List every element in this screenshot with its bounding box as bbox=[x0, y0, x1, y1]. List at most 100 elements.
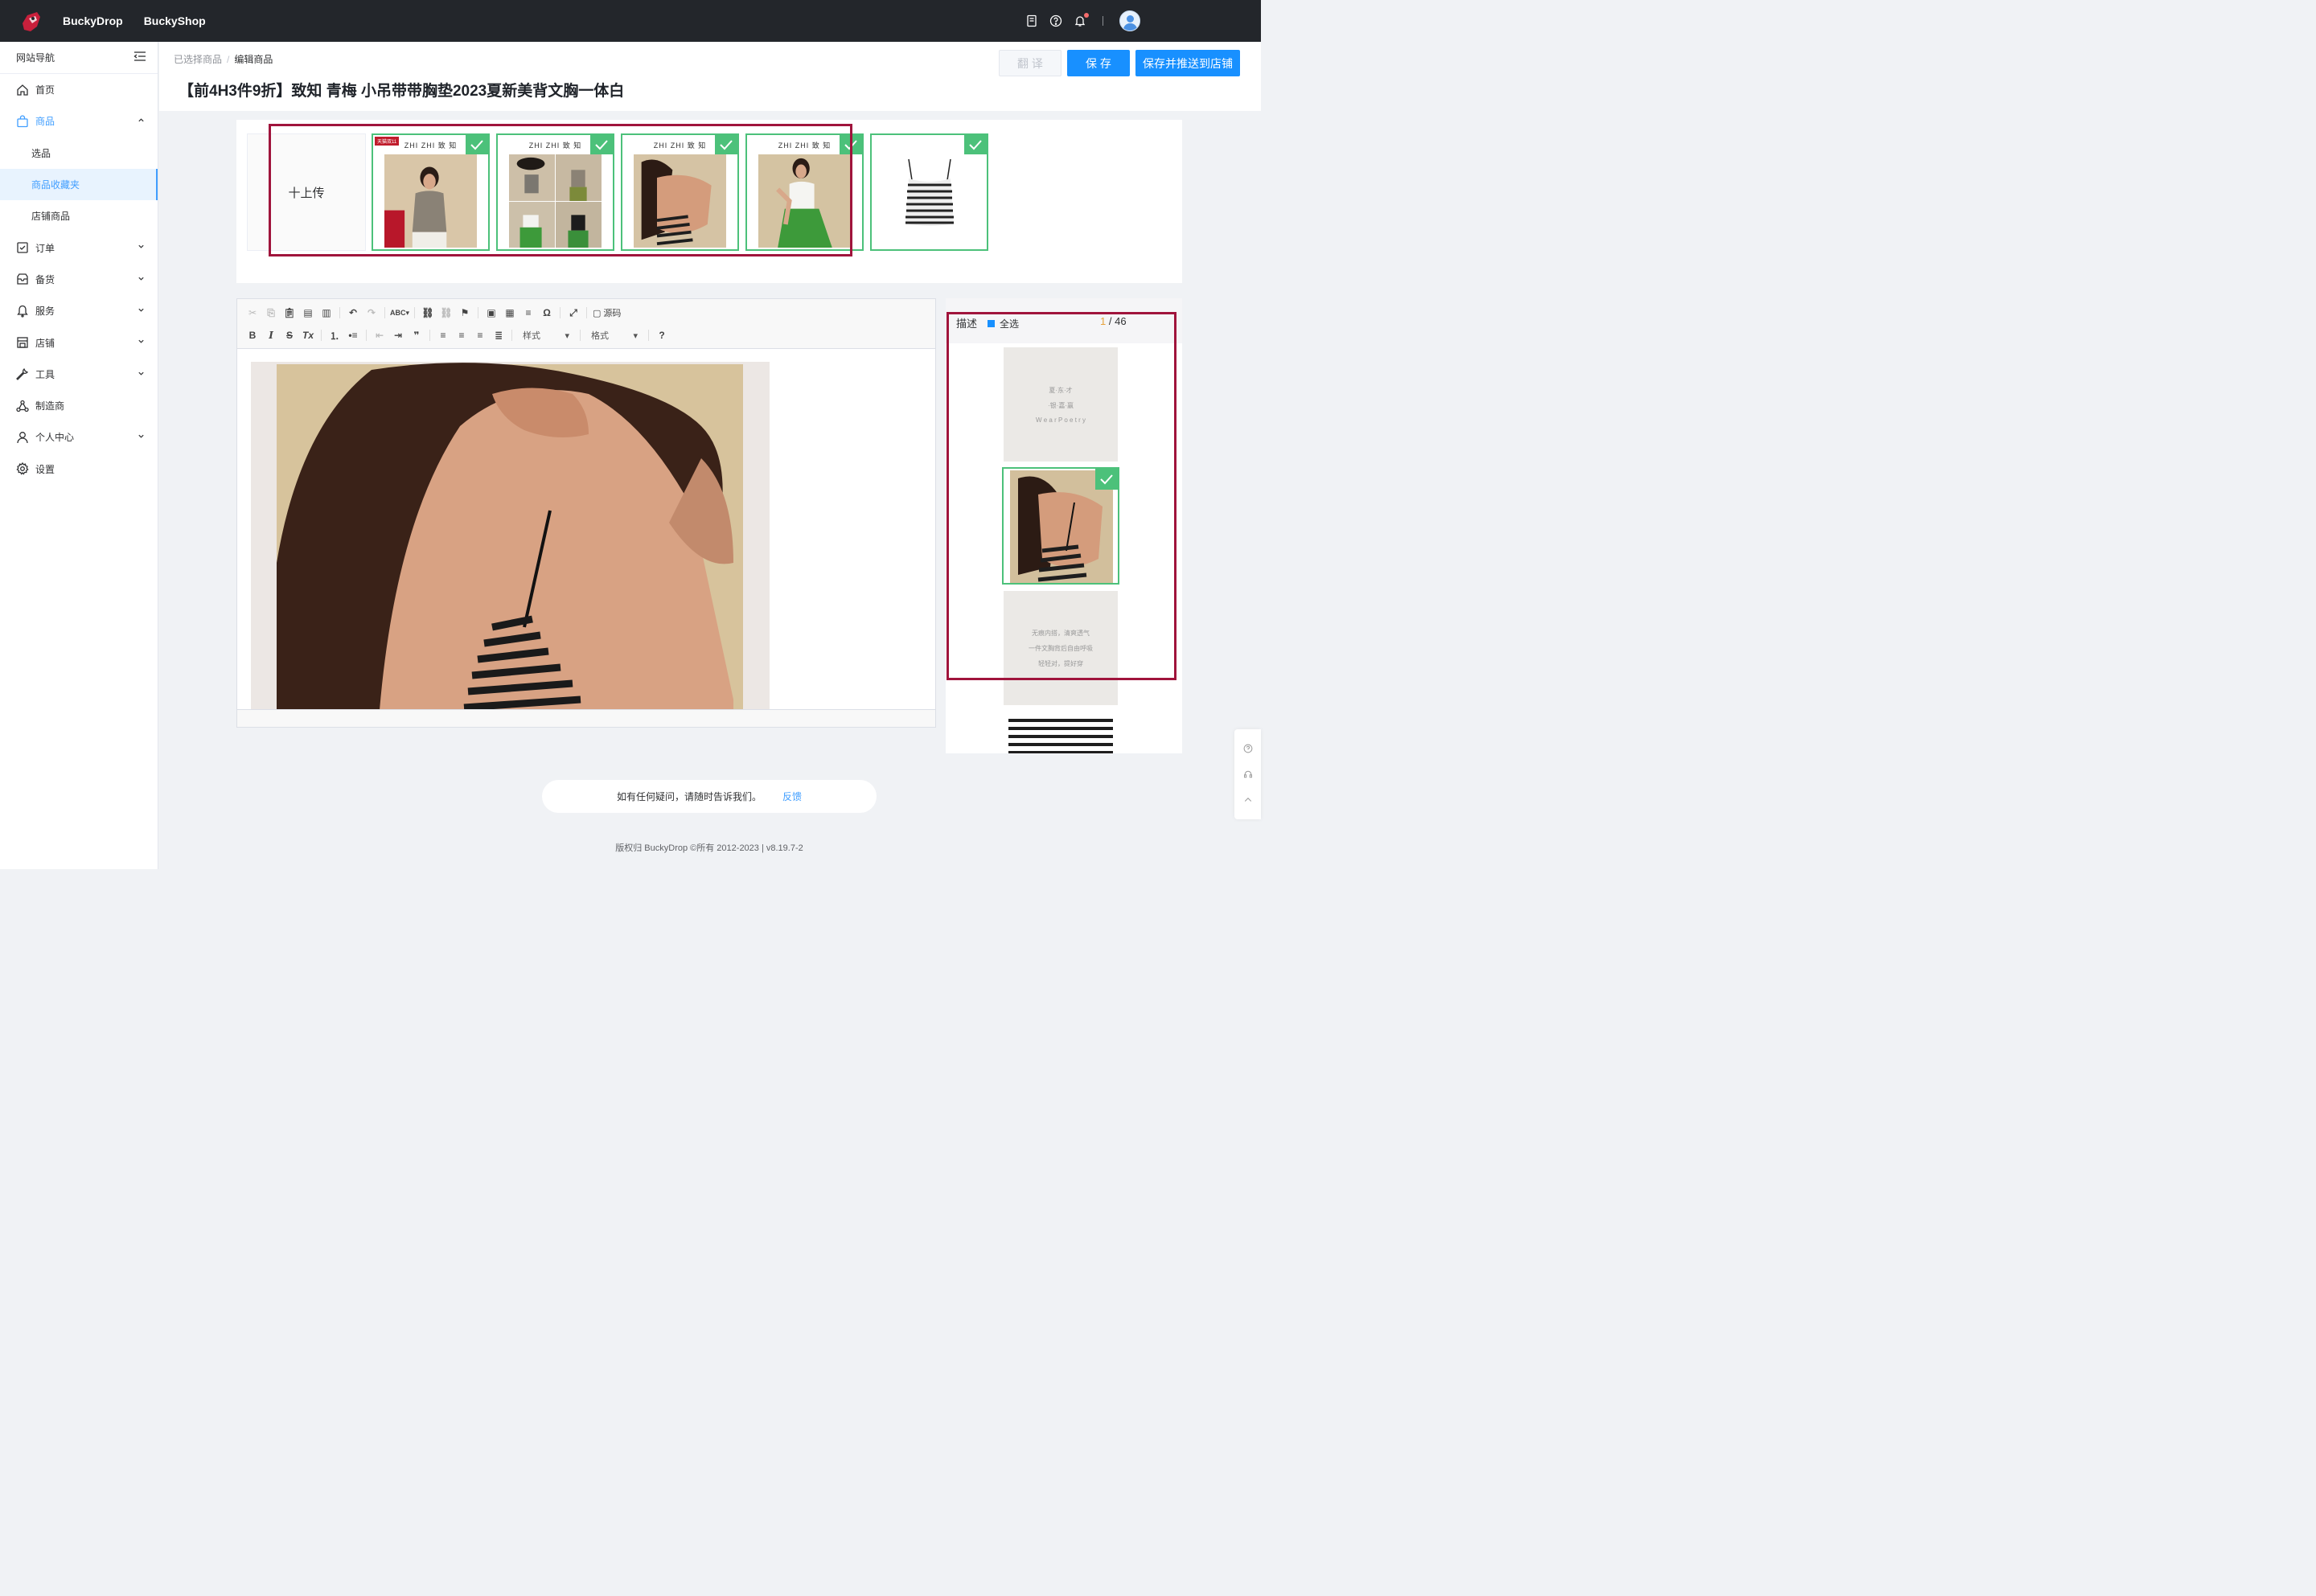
indent-icon[interactable]: ⇥ bbox=[391, 328, 405, 343]
highlight-box bbox=[947, 312, 1176, 680]
sidebar-item-label: 商品 bbox=[35, 116, 55, 128]
document-icon[interactable] bbox=[1025, 14, 1038, 27]
help-icon[interactable]: ? bbox=[655, 328, 669, 343]
spellcheck-icon[interactable]: ABC▾ bbox=[390, 306, 409, 320]
user-icon bbox=[16, 431, 29, 444]
link-icon[interactable]: ⛓ bbox=[421, 306, 435, 320]
back-to-top-icon[interactable] bbox=[1242, 794, 1254, 806]
editor-content-image[interactable] bbox=[251, 362, 770, 710]
selected-check-icon bbox=[964, 135, 987, 154]
footer-copyright: 版权归 BuckyDrop ©所有 2012-2023 | v8.19.7-2 bbox=[615, 843, 803, 853]
manufacturer-icon bbox=[16, 400, 29, 412]
image-icon[interactable]: ▣ bbox=[484, 306, 499, 320]
redo-icon[interactable]: ↷ bbox=[364, 306, 379, 320]
tool-icon bbox=[16, 367, 29, 381]
sidebar-item-label: 商品收藏夹 bbox=[31, 179, 80, 191]
justify-icon[interactable]: ≣ bbox=[491, 328, 506, 343]
sidebar-item-home[interactable]: 首页 bbox=[0, 74, 158, 105]
chevron-down-icon bbox=[138, 435, 144, 438]
italic-icon[interactable]: I bbox=[264, 328, 278, 343]
paste-text-icon[interactable]: ▤ bbox=[301, 306, 315, 320]
help-icon[interactable] bbox=[1242, 743, 1254, 754]
outdent-icon[interactable]: ⇤ bbox=[372, 328, 387, 343]
floating-toolbar bbox=[1234, 729, 1261, 819]
chevron-down-icon bbox=[138, 277, 144, 281]
table-icon[interactable]: ▦ bbox=[503, 306, 517, 320]
special-char-icon[interactable]: Ω bbox=[540, 306, 554, 320]
brand-buckydrop[interactable]: BuckyDrop bbox=[63, 14, 123, 27]
sidebar-item-store[interactable]: 店铺 bbox=[0, 326, 158, 358]
translate-button[interactable]: 翻 译 bbox=[999, 50, 1062, 76]
sidebar-item-manufacturer[interactable]: 制造商 bbox=[0, 390, 158, 421]
sidebar-item-products[interactable]: 商品 bbox=[0, 105, 158, 137]
sidebar-item-orders[interactable]: 订单 bbox=[0, 232, 158, 263]
breadcrumb-separator: / bbox=[227, 54, 230, 65]
sidebar-item-label: 店铺商品 bbox=[31, 211, 71, 223]
page-header: 已选择商品 / 编辑商品 【前4H3件9折】致知 青梅 小吊带带胸垫2023夏新美背… bbox=[159, 42, 1261, 111]
bulleted-list-icon[interactable]: •≡ bbox=[346, 328, 360, 343]
sidebar-item-label: 个人中心 bbox=[35, 432, 75, 444]
undo-icon[interactable]: ↶ bbox=[346, 306, 360, 320]
breadcrumb-selected-products[interactable]: 已选择商品 bbox=[174, 54, 222, 65]
source-button[interactable]: ▢ 源码 bbox=[593, 306, 621, 319]
sidebar-header: 网站导航 bbox=[0, 42, 158, 74]
app-logo[interactable] bbox=[19, 9, 42, 33]
product-photo bbox=[905, 158, 954, 226]
chevron-down-icon bbox=[138, 340, 144, 344]
bell-icon[interactable] bbox=[1074, 13, 1089, 27]
sidebar-item-favorites[interactable]: 商品收藏夹 bbox=[0, 168, 158, 201]
save-button[interactable]: 保 存 bbox=[1067, 50, 1130, 76]
sidebar-item-settings[interactable]: 设置 bbox=[0, 453, 158, 485]
save-and-push-button[interactable]: 保存并推送到店铺 bbox=[1135, 50, 1240, 76]
paste-word-icon[interactable]: ▥ bbox=[319, 306, 334, 320]
sidebar-item-store-products[interactable]: 店铺商品 bbox=[0, 200, 158, 232]
headset-icon[interactable] bbox=[1242, 769, 1254, 780]
bag-icon bbox=[16, 115, 29, 128]
paste-icon[interactable]: 📋︎ bbox=[282, 306, 297, 320]
anchor-icon[interactable]: ⚑ bbox=[458, 306, 472, 320]
sidebar-item-tools[interactable]: 工具 bbox=[0, 359, 158, 390]
brand-buckyshop[interactable]: BuckyShop bbox=[144, 14, 206, 27]
remove-format-icon[interactable]: Tx bbox=[301, 328, 315, 343]
unlink-icon[interactable]: ⛓ bbox=[439, 306, 454, 320]
chevron-up-icon bbox=[138, 118, 144, 122]
breadcrumb: 已选择商品 / 编辑商品 bbox=[174, 52, 273, 66]
chevron-down-icon bbox=[138, 371, 144, 375]
copy-icon[interactable]: ⎘ bbox=[264, 306, 278, 320]
collapse-menu-icon[interactable] bbox=[133, 51, 146, 64]
help-icon[interactable] bbox=[1049, 14, 1062, 27]
align-center-icon[interactable]: ≡ bbox=[454, 328, 469, 343]
toolbar-divider bbox=[366, 330, 367, 341]
editor-toolbar: ✂ ⎘ 📋︎ ▤ ▥ ↶ ↷ ABC▾ ⛓ ⛓ ⚑ ▣ ▦ ≡ Ω ⤢ ▢ 源码 … bbox=[237, 299, 935, 349]
product-image-thumb[interactable] bbox=[870, 133, 988, 251]
feedback-link[interactable]: 反馈 bbox=[782, 790, 802, 803]
sidebar-item-label: 订单 bbox=[35, 242, 55, 254]
maximize-icon[interactable]: ⤢ bbox=[566, 306, 581, 320]
feedback-text: 如有任何疑问，请随时告诉我们。 bbox=[616, 791, 762, 802]
style-select[interactable]: 样式 ▾ bbox=[518, 328, 574, 343]
align-left-icon[interactable]: ≡ bbox=[436, 328, 450, 343]
sidebar-item-service[interactable]: 服务 bbox=[0, 295, 158, 326]
toolbar-divider bbox=[648, 330, 649, 341]
align-right-icon[interactable]: ≡ bbox=[473, 328, 487, 343]
stock-icon bbox=[16, 273, 29, 285]
description-image-thumb[interactable] bbox=[1004, 712, 1118, 753]
numbered-list-icon[interactable]: ⒈ bbox=[327, 328, 342, 343]
blockquote-icon[interactable]: ❞ bbox=[409, 328, 424, 343]
sidebar-item-label: 服务 bbox=[35, 306, 55, 318]
bold-icon[interactable]: B bbox=[245, 328, 260, 343]
sidebar-item-selection[interactable]: 选品 bbox=[0, 137, 158, 169]
avatar[interactable] bbox=[1119, 10, 1140, 31]
format-select[interactable]: 格式 ▾ bbox=[586, 328, 643, 343]
source-icon: ▢ bbox=[593, 308, 602, 318]
dropdown-arrow-icon: ▾ bbox=[633, 330, 638, 341]
rich-text-editor[interactable]: ✂ ⎘ 📋︎ ▤ ▥ ↶ ↷ ABC▾ ⛓ ⛓ ⚑ ▣ ▦ ≡ Ω ⤢ ▢ 源码 … bbox=[236, 298, 936, 728]
toolbar-divider bbox=[429, 330, 430, 341]
horizontal-line-icon[interactable]: ≡ bbox=[521, 306, 536, 320]
sidebar-item-profile[interactable]: 个人中心 bbox=[0, 421, 158, 453]
service-icon bbox=[16, 305, 29, 318]
strikethrough-icon[interactable]: S bbox=[282, 328, 297, 343]
notification-dot bbox=[1084, 13, 1089, 18]
sidebar-item-stock[interactable]: 备货 bbox=[0, 264, 158, 295]
cut-icon[interactable]: ✂ bbox=[245, 306, 260, 320]
